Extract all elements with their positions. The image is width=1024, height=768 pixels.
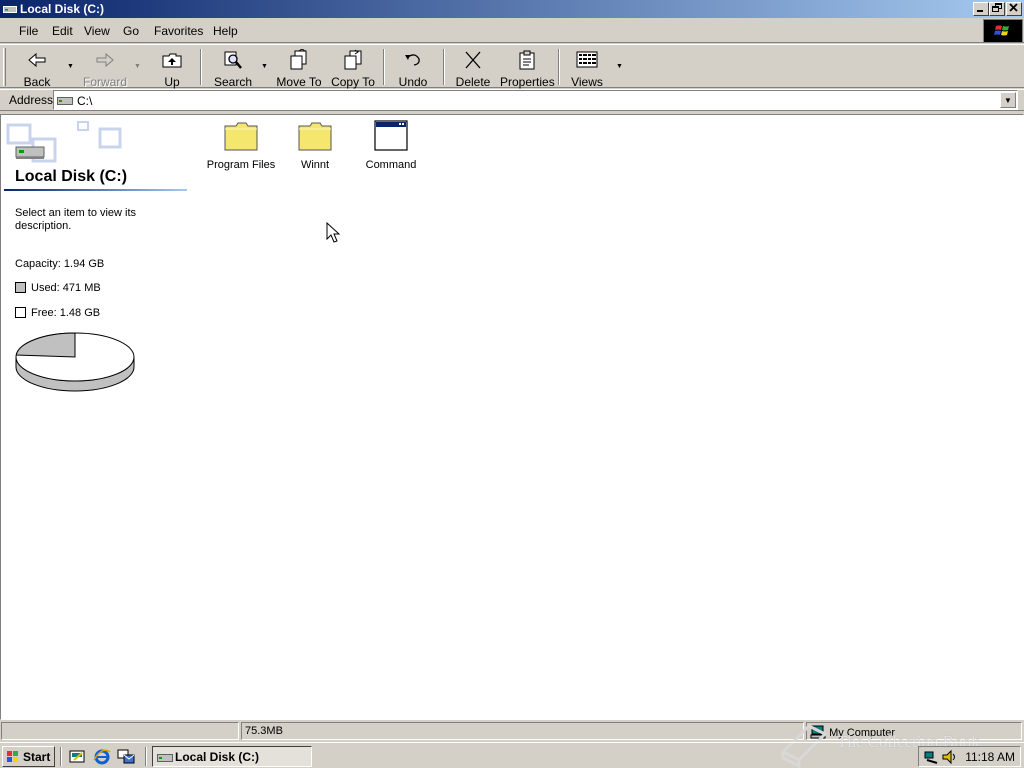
search-icon xyxy=(224,51,242,69)
file-item-winnt[interactable]: Winnt xyxy=(291,119,339,171)
menu-file[interactable]: File xyxy=(19,24,38,38)
views-dropdown-icon[interactable]: ▼ xyxy=(616,63,623,70)
menu-help[interactable]: Help xyxy=(213,24,238,38)
address-bar: Address C:\ ▼ xyxy=(0,89,1024,111)
used-swatch xyxy=(15,282,26,293)
minimize-button[interactable] xyxy=(973,2,989,16)
taskbar-item-local-disk[interactable]: Local Disk (C:) xyxy=(152,746,312,767)
title-bar[interactable]: Local Disk (C:) xyxy=(0,0,1024,18)
file-item-program-files[interactable]: Program Files xyxy=(205,119,277,171)
capacity-text: Capacity: 1.94 GB xyxy=(15,258,105,270)
clock[interactable]: 11:18 AM xyxy=(965,750,1015,764)
toolbar-separator xyxy=(558,49,560,85)
internet-explorer-icon[interactable] xyxy=(93,748,111,765)
address-dropdown-button[interactable]: ▼ xyxy=(1000,92,1016,108)
panel-title-underline xyxy=(4,189,187,191)
address-value: C:\ xyxy=(77,94,93,108)
menu-go[interactable]: Go xyxy=(123,24,139,38)
pie-used-slice xyxy=(15,332,76,358)
panel-description: Select an item to view its description. xyxy=(15,207,137,232)
up-folder-icon xyxy=(162,53,182,68)
window-title: Local Disk (C:) xyxy=(20,2,105,16)
restore-icon xyxy=(992,3,1002,12)
up-button[interactable]: Up xyxy=(154,47,190,89)
close-button[interactable] xyxy=(1006,2,1022,16)
chevron-down-icon: ▼ xyxy=(1004,96,1012,105)
forward-dropdown-icon[interactable]: ▼ xyxy=(134,63,141,70)
taskbar-separator xyxy=(145,747,147,766)
forward-button[interactable]: Forward xyxy=(80,47,130,89)
drive-icon xyxy=(57,97,73,105)
undo-button[interactable]: Undo xyxy=(393,47,433,89)
undo-icon xyxy=(405,54,420,66)
drive-watermark-icon xyxy=(6,121,122,163)
move-to-icon xyxy=(290,49,307,70)
menu-edit[interactable]: Edit xyxy=(52,24,73,38)
status-size: 75.3MB xyxy=(241,722,804,740)
drive-icon xyxy=(157,754,173,762)
used-text: Used: 471 MB xyxy=(31,282,101,294)
status-message xyxy=(1,722,239,740)
delete-x-icon xyxy=(465,51,481,69)
toolbar-separator xyxy=(443,49,445,85)
toolbar-grip[interactable] xyxy=(3,48,6,86)
back-arrow-icon xyxy=(28,52,46,68)
used-legend: Used: 471 MB xyxy=(15,282,101,294)
windows-flag-icon xyxy=(7,751,18,762)
panel-title: Local Disk (C:) xyxy=(15,168,128,185)
folder-icon xyxy=(224,122,258,151)
back-button[interactable]: Back xyxy=(14,47,60,89)
close-icon xyxy=(1009,3,1018,12)
info-panel: Local Disk (C:) Select an item to view i… xyxy=(1,115,191,415)
address-input[interactable]: C:\ ▼ xyxy=(53,90,1018,110)
toolbar-separator xyxy=(200,49,202,85)
disk-usage-pie xyxy=(15,332,135,392)
folder-icon xyxy=(298,122,332,151)
properties-button[interactable]: Properties xyxy=(500,47,555,89)
views-icon xyxy=(576,51,598,68)
free-swatch xyxy=(15,307,26,318)
windows-logo xyxy=(983,19,1023,43)
search-button[interactable]: Search xyxy=(210,47,256,89)
properties-icon xyxy=(519,50,535,70)
menu-view[interactable]: View xyxy=(84,24,110,38)
mouse-pointer-icon xyxy=(326,222,341,243)
menu-bar: File Edit View Go Favorites Help xyxy=(0,19,1024,43)
copy-to-button[interactable]: Copy To xyxy=(329,47,377,89)
outlook-express-icon[interactable] xyxy=(117,748,135,765)
windows-flag-icon xyxy=(994,25,1009,36)
restore-button[interactable] xyxy=(989,2,1005,16)
start-button[interactable]: Start xyxy=(2,746,55,767)
show-desktop-icon[interactable] xyxy=(68,748,86,765)
toolbar: Back ▼ Forward ▼ Up Search ▼ Move To Cop… xyxy=(0,44,1024,89)
window-icon xyxy=(374,120,408,151)
free-text: Free: 1.48 GB xyxy=(31,307,101,319)
toolbar-separator xyxy=(383,49,385,85)
copy-to-icon xyxy=(344,49,362,70)
system-tray: 11:18 AM xyxy=(918,746,1021,767)
move-to-button[interactable]: Move To xyxy=(274,47,324,89)
folder-view[interactable]: Local Disk (C:) Select an item to view i… xyxy=(0,114,1024,720)
delete-button[interactable]: Delete xyxy=(453,47,493,89)
taskbar-separator xyxy=(60,747,62,766)
drive-icon xyxy=(3,6,17,13)
taskbar: Start Local Disk (C:) 11:18 AM xyxy=(0,742,1024,768)
search-dropdown-icon[interactable]: ▼ xyxy=(261,63,268,70)
network-icon[interactable] xyxy=(923,749,941,765)
file-item-command[interactable]: Command xyxy=(363,119,419,171)
volume-icon[interactable] xyxy=(941,749,959,765)
menu-favorites[interactable]: Favorites xyxy=(154,24,203,38)
back-dropdown-icon[interactable]: ▼ xyxy=(67,63,74,70)
free-legend: Free: 1.48 GB xyxy=(15,307,100,319)
views-button[interactable]: Views xyxy=(566,47,608,89)
forward-arrow-icon xyxy=(96,52,114,68)
address-label: Address xyxy=(9,93,54,107)
minimize-icon xyxy=(977,10,983,12)
